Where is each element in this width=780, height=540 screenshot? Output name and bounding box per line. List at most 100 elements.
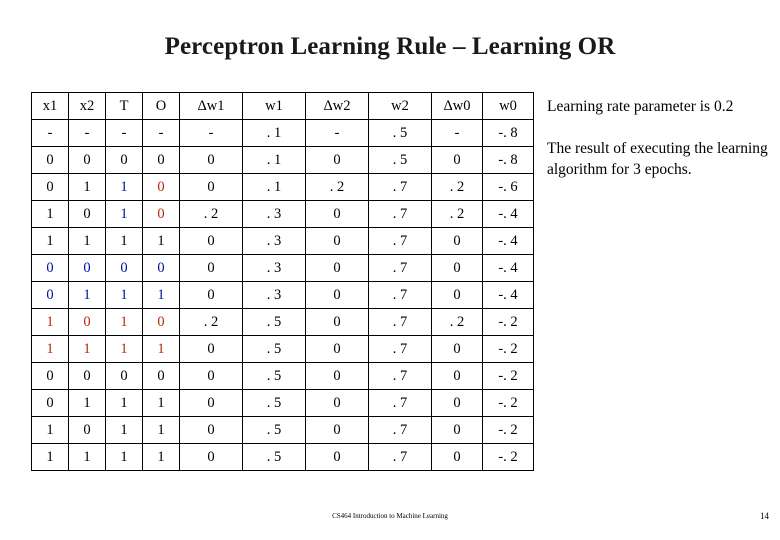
- cell-x2: 0: [68, 362, 106, 390]
- footer-course-label: CS464 Introduction to Machine Learning: [332, 512, 448, 520]
- cell-delta-w1: . 2: [179, 200, 243, 228]
- cell-w0: -. 8: [482, 119, 534, 147]
- cell-x1: 0: [31, 146, 69, 174]
- cell-delta-w1: 0: [179, 227, 243, 255]
- cell-x2: 1: [68, 281, 106, 309]
- cell-delta-w0: 0: [431, 254, 483, 282]
- cell-w0: -. 6: [482, 173, 534, 201]
- cell-t: 0: [105, 362, 143, 390]
- cell-delta-w0: 0: [431, 227, 483, 255]
- cell-x1: 1: [31, 335, 69, 363]
- cell-w0: -. 4: [482, 281, 534, 309]
- cell-o: 0: [142, 173, 180, 201]
- cell-t: 1: [105, 281, 143, 309]
- table-row: 01110. 50. 7 0 -. 2: [31, 389, 534, 417]
- cell-delta-w2: 0: [305, 200, 369, 228]
- cell-o: 0: [142, 362, 180, 390]
- cell-delta-w0: 0: [431, 281, 483, 309]
- cell-delta-w0: 0: [431, 389, 483, 417]
- cell-delta-w0: -: [431, 119, 483, 147]
- cell-w1: . 1: [242, 173, 306, 201]
- slide: Perceptron Learning Rule – Learning OR x…: [0, 0, 780, 540]
- cell-delta-w1: 0: [179, 254, 243, 282]
- cell-delta-w1: . 2: [179, 308, 243, 336]
- table-row: 11110. 50. 7 0 -. 2: [31, 443, 534, 471]
- cell-w1: . 5: [242, 308, 306, 336]
- perceptron-trace-table: x1 x2 T O Δw1 w1 Δw2 w2 Δw0 w0 -----. 1-…: [31, 92, 534, 471]
- cell-x2: 1: [68, 227, 106, 255]
- cell-delta-w2: 0: [305, 389, 369, 417]
- cell-delta-w2: 0: [305, 227, 369, 255]
- table-row: 11110. 30. 7 0 -. 4: [31, 227, 534, 255]
- cell-x1: 1: [31, 416, 69, 444]
- table-row: 01100. 1. 2. 7. 2 -. 6: [31, 173, 534, 201]
- cell-delta-w1: 0: [179, 146, 243, 174]
- table-row: 1010. 2. 30. 7. 2 -. 4: [31, 200, 534, 228]
- cell-w2: . 7: [368, 173, 432, 201]
- cell-w2: . 7: [368, 200, 432, 228]
- cell-delta-w2: -: [305, 119, 369, 147]
- cell-x1: 1: [31, 227, 69, 255]
- cell-w1: . 5: [242, 416, 306, 444]
- cell-w2: . 7: [368, 308, 432, 336]
- cell-t: 1: [105, 416, 143, 444]
- cell-w1: . 3: [242, 254, 306, 282]
- cell-delta-w0: 0: [431, 443, 483, 471]
- cell-x1: 1: [31, 443, 69, 471]
- cell-w1: . 5: [242, 362, 306, 390]
- column-header-o: O: [142, 92, 180, 120]
- cell-o: -: [142, 119, 180, 147]
- cell-w0: -. 4: [482, 200, 534, 228]
- cell-delta-w2: 0: [305, 362, 369, 390]
- cell-w2: . 5: [368, 119, 432, 147]
- note-learning-rate: Learning rate parameter is 0.2: [547, 98, 734, 115]
- cell-x1: 1: [31, 200, 69, 228]
- cell-w1: . 3: [242, 227, 306, 255]
- cell-t: 1: [105, 200, 143, 228]
- cell-w1: . 1: [242, 146, 306, 174]
- side-notes: Learning rate parameter is 0.2 The resul…: [547, 96, 772, 201]
- column-header-t: T: [105, 92, 143, 120]
- cell-w2: . 7: [368, 416, 432, 444]
- cell-delta-w0: 0: [431, 416, 483, 444]
- cell-t: 1: [105, 227, 143, 255]
- cell-delta-w1: 0: [179, 173, 243, 201]
- cell-w1: . 3: [242, 281, 306, 309]
- cell-delta-w0: 0: [431, 146, 483, 174]
- cell-w2: . 7: [368, 389, 432, 417]
- table-row: 10110. 50. 7 0 -. 2: [31, 416, 534, 444]
- cell-w0: -. 2: [482, 308, 534, 336]
- cell-x1: 0: [31, 362, 69, 390]
- cell-delta-w0: . 2: [431, 200, 483, 228]
- cell-o: 0: [142, 254, 180, 282]
- page-title: Perceptron Learning Rule – Learning OR: [164, 33, 616, 60]
- cell-w0: -. 2: [482, 416, 534, 444]
- cell-t: -: [105, 119, 143, 147]
- cell-x2: 0: [68, 308, 106, 336]
- cell-o: 1: [142, 443, 180, 471]
- note-epochs: The result of executing the learning alg…: [547, 140, 768, 178]
- cell-x2: 1: [68, 443, 106, 471]
- cell-w2: . 7: [368, 362, 432, 390]
- table-row: 00000. 10. 5 0 -. 8: [31, 146, 534, 174]
- cell-t: 1: [105, 335, 143, 363]
- cell-x2: 1: [68, 173, 106, 201]
- cell-delta-w1: -: [179, 119, 243, 147]
- cell-delta-w1: 0: [179, 281, 243, 309]
- cell-w0: -. 4: [482, 254, 534, 282]
- cell-w0: -. 4: [482, 227, 534, 255]
- cell-x2: 0: [68, 254, 106, 282]
- table-body: -----. 1-. 5- -. 800000. 10. 5 0 -. 801100.…: [31, 119, 534, 471]
- cell-delta-w2: 0: [305, 254, 369, 282]
- table: x1 x2 T O Δw1 w1 Δw2 w2 Δw0 w0 -----. 1-…: [31, 92, 534, 471]
- table-row: 01110. 30. 7 0 -. 4: [31, 281, 534, 309]
- cell-o: 1: [142, 281, 180, 309]
- cell-w2: . 7: [368, 227, 432, 255]
- cell-delta-w2: . 2: [305, 173, 369, 201]
- cell-delta-w2: 0: [305, 416, 369, 444]
- cell-w0: -. 8: [482, 146, 534, 174]
- cell-t: 1: [105, 443, 143, 471]
- cell-delta-w1: 0: [179, 362, 243, 390]
- cell-o: 1: [142, 416, 180, 444]
- cell-x2: 0: [68, 146, 106, 174]
